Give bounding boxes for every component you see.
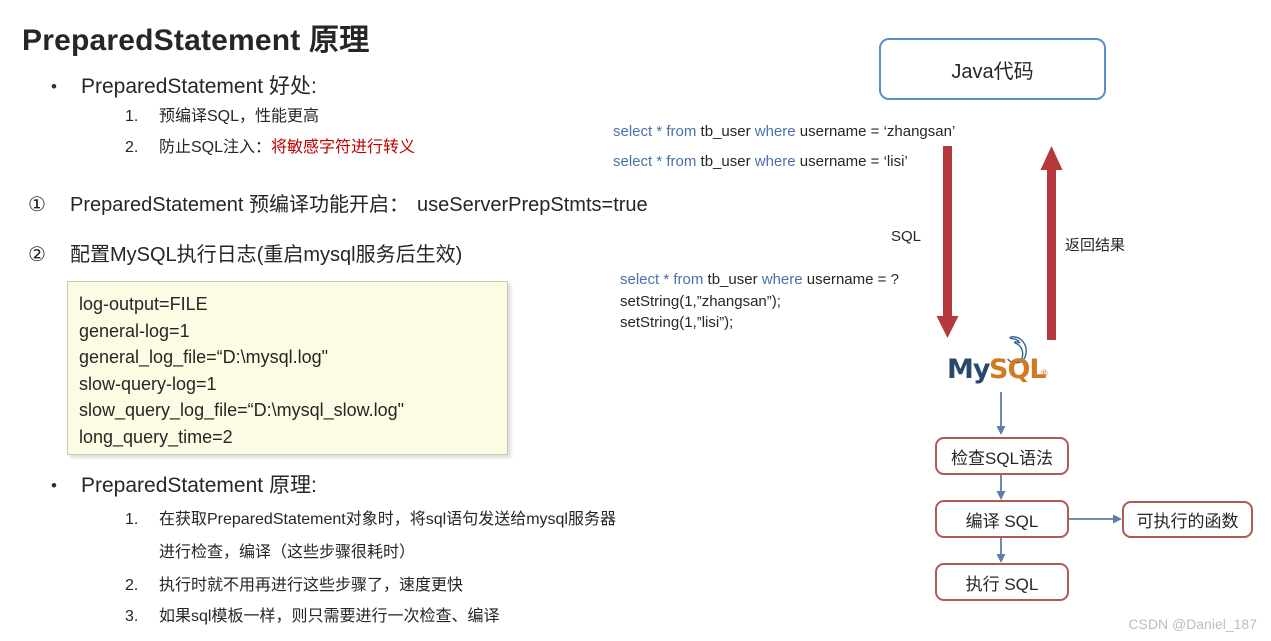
sql-keyword-from: from [666,123,697,140]
step-circled-1: ① PreparedStatement 预编译功能开启： useServerPr… [28,192,648,218]
page-title: PreparedStatement 原理 [22,24,370,57]
flow-box-check-sql: 检查SQL语法 [935,437,1069,475]
mysql-logo-my: My [947,354,990,385]
sql-condition: username = ‘lisi’ [795,153,908,170]
sql-condition: username = ? [802,271,899,288]
step-circled-1-code: useServerPrepStmts=true [417,194,648,216]
java-code-box: Java代码 [879,38,1106,100]
step-circled-2-label: 配置MySQL执行日志 [70,244,257,266]
flow-box-execute-sql-label: 执行 SQL [965,574,1039,594]
flow-arrow-2-icon [996,475,1006,500]
list-item-principle-3: 3. 如果sql模板一样，则只需要进行一次检查、编译 [125,605,499,629]
list-item-label: 进行检查，编译（这些步骤很耗时） [159,544,416,561]
list-item-benefit-2: 2. 防止SQL注入： 将敏感字符进行转义 [125,136,415,160]
sql-star: * [659,271,674,288]
sql-table: tb_user [703,271,762,288]
list-number: 1. [125,108,139,125]
config-code-block: log-output=FILE general-log=1 general_lo… [67,281,508,455]
list-item-principle-2: 2. 执行时就不用再进行这些步骤了，速度更快 [125,574,463,598]
flow-box-compile-sql-label: 编译 SQL [965,511,1039,531]
bullet-dot-icon: • [51,77,57,96]
sql-statement-2: select * from tb_user where username = ‘… [613,152,908,172]
list-item-label: 执行时就不用再进行这些步骤了，速度更快 [159,577,464,594]
code-line: log-output=FILE [79,294,208,314]
list-item-label: 防止SQL注入： [159,139,272,156]
bullet-benefits: • PreparedStatement 好处: [45,74,317,100]
sql-statement-1: select * from tb_user where username = ‘… [613,122,955,142]
code-line: slow_query_log_file=“D:\mysql_slow.log" [79,400,405,420]
list-item-benefit-1: 1. 预编译SQL，性能更高 [125,105,319,129]
watermark: CSDN @Daniel_187 [1128,616,1257,632]
list-number: 3. [125,608,139,625]
flow-box-compile-sql: 编译 SQL [935,500,1069,538]
slide-canvas: PreparedStatement 原理 • PreparedStatement… [0,0,1271,641]
list-number: 2. [125,577,139,594]
list-item-label: 如果sql模板一样，则只需要进行一次检查、编译 [159,608,500,625]
flow-box-executable-function: 可执行的函数 [1122,501,1253,538]
set-string-line-1: setString(1,”zhangsan”); [620,293,781,310]
step-circled-1-label: PreparedStatement 预编译功能开启： [70,194,409,216]
flow-arrow-3-icon [996,538,1006,563]
mysql-logo: My SQL ® [945,338,1049,390]
set-string-line-2: setString(1,”lisi”); [620,314,734,331]
arrow-up-label: 返回结果 [1065,237,1126,254]
circled-number-icon: ① [28,194,46,216]
mysql-logo-sql: SQL [989,354,1047,385]
step-circled-2: ② 配置MySQL执行日志 (重启mysql服务后生效) [28,242,462,268]
circled-number-icon: ② [28,244,46,266]
bullet-dot-icon: • [51,476,57,495]
step-circled-2-note: (重启mysql服务后生效) [256,244,463,266]
list-item-highlight: 将敏感字符进行转义 [271,139,416,156]
sql-keyword-select: select [620,271,660,288]
sql-down-arrow-icon [936,146,959,338]
code-line: general-log=1 [79,320,190,341]
list-number: 2. [125,139,139,156]
arrow-down-label: SQL [891,228,922,245]
sql-keyword-from: from [673,271,704,288]
sql-keyword-where: where [754,123,796,140]
code-line: slow-query-log=1 [79,373,217,394]
bullet-principle-label: PreparedStatement 原理: [81,474,317,497]
code-line: long_query_time=2 [79,426,233,447]
bullet-benefits-label: PreparedStatement 好处: [81,75,317,98]
list-item-principle-1-cont: 进行检查，编译（这些步骤很耗时） [125,541,415,565]
code-line: general_log_file=“D:\mysql.log" [79,347,329,367]
sql-star: * [652,123,667,140]
mysql-logo-registered: ® [1041,368,1048,378]
sql-keyword-where: where [754,153,796,170]
sql-table: tb_user [696,153,755,170]
sql-condition: username = ‘zhangsan’ [795,123,956,140]
list-number: 1. [125,511,139,528]
list-item-label: 预编译SQL，性能更高 [159,108,320,125]
result-up-arrow-icon [1040,146,1063,340]
sql-table: tb_user [696,123,755,140]
java-code-box-label: Java代码 [951,60,1034,83]
bullet-principle: • PreparedStatement 原理: [45,473,317,499]
flow-box-check-sql-label: 检查SQL语法 [950,448,1054,468]
flow-box-execute-sql: 执行 SQL [935,563,1069,601]
flow-arrow-1-icon [996,392,1006,435]
sql-star: * [652,153,667,170]
list-item-principle-1: 1. 在获取PreparedStatement对象时，将sql语句发送给mysq… [125,508,616,532]
sql-keyword-select: select [613,153,653,170]
flow-arrow-4-icon [1069,514,1122,524]
list-item-label: 在获取PreparedStatement对象时，将sql语句发送给mysql服务… [159,511,616,528]
flow-box-executable-function-label: 可执行的函数 [1136,512,1239,531]
sql-keyword-from: from [666,153,697,170]
sql-keyword-select: select [613,123,653,140]
sql-keyword-where: where [761,271,803,288]
sql-statement-template: select * from tb_user where username = ? [620,270,899,290]
